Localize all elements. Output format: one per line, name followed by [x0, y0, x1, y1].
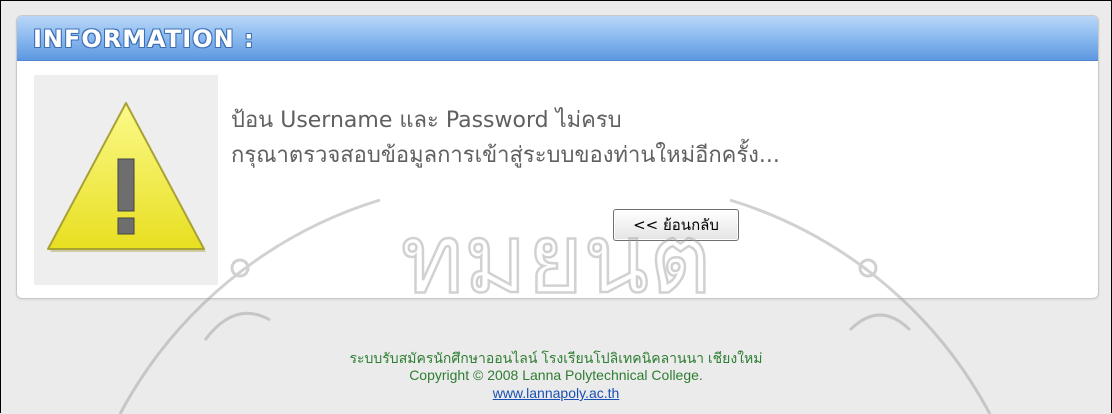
warning-triangle-icon: [47, 102, 206, 252]
message-line-1: ป้อน Username และ Password ไม่ครบ: [231, 108, 622, 133]
information-panel: INFORMATION : ป้อน Username และ Password…: [16, 15, 1099, 299]
panel-header: INFORMATION :: [17, 16, 1098, 61]
message-line-2: กรุณาตรวจสอบข้อมูลการเข้าสู่ระบบของท่านใ…: [231, 143, 780, 168]
panel-title: INFORMATION :: [33, 25, 255, 53]
back-button[interactable]: << ย้อนกลับ: [613, 209, 739, 241]
footer-link[interactable]: www.lannapoly.ac.th: [0, 385, 1112, 401]
warning-icon-box: [34, 75, 218, 285]
footer-copyright: Copyright © 2008 Lanna Polytechnical Col…: [409, 367, 703, 383]
